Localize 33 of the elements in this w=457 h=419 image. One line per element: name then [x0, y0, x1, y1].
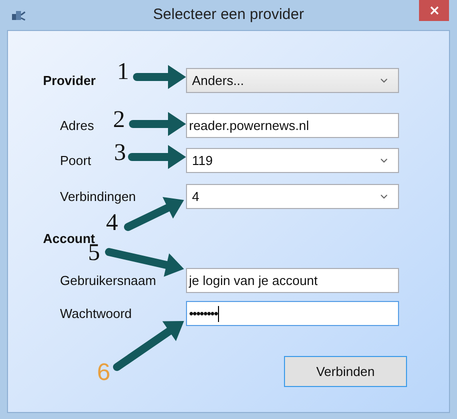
close-icon	[430, 6, 438, 15]
input-field[interactable]: je login van je account	[186, 268, 399, 293]
chevron-down-icon	[380, 78, 388, 83]
dropdown-value: 119	[192, 152, 213, 170]
window-title: Selecteer een provider	[153, 4, 304, 25]
dropdown[interactable]: 119	[186, 148, 399, 173]
section-heading: Account	[43, 230, 95, 246]
field-label: Adres	[60, 118, 94, 132]
step-number: 1	[117, 60, 129, 84]
step-number: 2	[113, 108, 125, 132]
field-label: Verbindingen	[60, 188, 136, 204]
annotation-arrow	[129, 112, 186, 136]
chevron-down-icon	[380, 194, 388, 199]
input-field[interactable]: reader.powernews.nl	[186, 113, 399, 138]
step-number: 3	[114, 141, 126, 165]
chevron-down-icon	[380, 158, 388, 163]
close-button[interactable]	[419, 0, 449, 21]
dropdown-value: 4	[192, 188, 200, 206]
dropdown-value: Anders...	[192, 72, 244, 90]
field-label: Wachtwoord	[60, 306, 132, 320]
field-label: Poort	[60, 152, 92, 168]
step-number: 6	[97, 361, 110, 385]
dropdown[interactable]: 4	[186, 184, 399, 209]
step-number: 4	[106, 211, 118, 235]
dropdown[interactable]: Anders...	[186, 68, 399, 93]
field-label: Gebruikersnaam	[60, 272, 156, 288]
app-icon	[11, 9, 26, 21]
connect-button[interactable]: Verbinden	[284, 356, 407, 387]
password-field[interactable]: ••••••••	[186, 301, 399, 326]
annotation-arrow	[128, 145, 186, 169]
annotation-arrow	[133, 65, 186, 89]
annotation-arrow	[113, 321, 184, 371]
field-label: Provider	[43, 72, 96, 88]
